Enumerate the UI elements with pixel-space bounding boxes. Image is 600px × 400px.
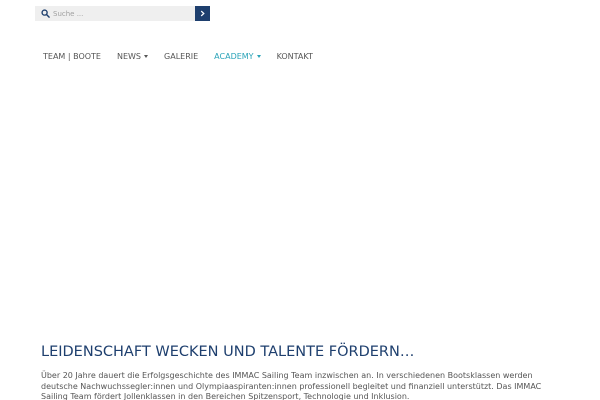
nav-item-label: ACADEMY <box>214 51 254 61</box>
search-box[interactable] <box>35 6 195 21</box>
intro-paragraph: Über 20 Jahre dauert die Erfolgsgeschich… <box>41 371 542 400</box>
nav-item-label: TEAM | BOOTE <box>43 51 101 61</box>
nav-item-academy[interactable]: ACADEMY <box>206 52 268 61</box>
chevron-right-icon <box>200 10 205 17</box>
search-input[interactable] <box>53 6 191 21</box>
nav-item-label: GALERIE <box>164 51 199 61</box>
nav-item-galerie[interactable]: GALERIE <box>156 52 206 61</box>
nav-item-news[interactable]: NEWS <box>109 52 156 61</box>
search-icon <box>41 9 50 18</box>
nav-item-label: NEWS <box>116 51 142 61</box>
search-form <box>35 6 210 21</box>
nav-item-kontakt[interactable]: KONTAKT <box>269 52 321 61</box>
search-submit-button[interactable] <box>195 6 210 21</box>
caret-down-icon <box>256 54 261 58</box>
main-nav: TEAM | BOOTE NEWS GALERIE ACADEMY KONTAK… <box>35 49 321 63</box>
caret-down-icon <box>144 54 149 58</box>
page-headline: LEIDENSCHAFT WECKEN UND TALENTE FÖRDERN… <box>41 344 415 360</box>
nav-item-team-boote[interactable]: TEAM | BOOTE <box>35 52 109 61</box>
nav-item-label: KONTAKT <box>276 51 313 61</box>
page: TEAM | BOOTE NEWS GALERIE ACADEMY KONTAK… <box>0 0 600 400</box>
